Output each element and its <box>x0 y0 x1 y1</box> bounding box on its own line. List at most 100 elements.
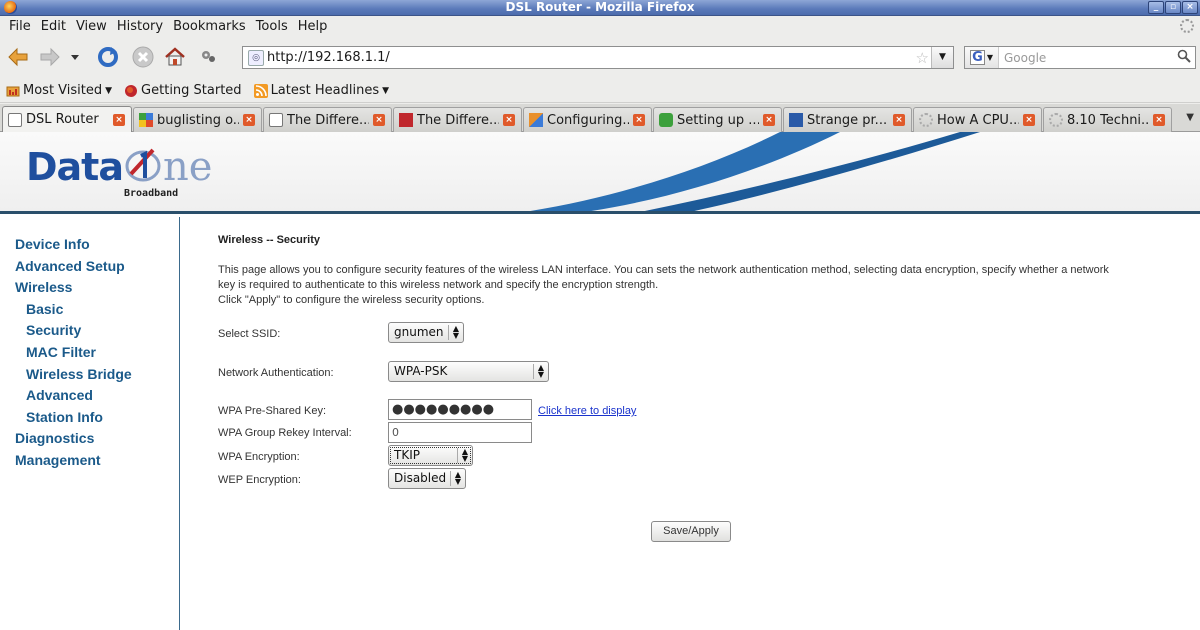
description-line: Click "Apply" to configure the wireless … <box>218 294 485 306</box>
close-button[interactable]: × <box>1182 1 1198 14</box>
tab-the-difference-1[interactable]: The Differe... × <box>263 107 392 132</box>
sidebar-item-management[interactable]: Management <box>0 450 179 472</box>
tab-title: How A CPU... <box>937 112 1019 128</box>
tab-close-icon[interactable]: × <box>1153 114 1165 126</box>
minimize-button[interactable]: _ <box>1148 1 1164 14</box>
sidebar-item-advanced-setup[interactable]: Advanced Setup <box>0 256 179 278</box>
psk-field[interactable]: ●●●●●●●●● <box>388 399 532 420</box>
wep-encryption-value: Disabled <box>394 471 447 485</box>
tab-close-icon[interactable]: × <box>763 114 775 126</box>
tab-setting-up[interactable]: Setting up ... × <box>653 107 782 132</box>
sidebar-item-security[interactable]: Security <box>0 320 179 342</box>
tab-close-icon[interactable]: × <box>633 114 645 126</box>
tab-strange-problem[interactable]: Strange pr... × <box>783 107 912 132</box>
wpa-encryption-label: WPA Encryption: <box>218 451 300 463</box>
tab-close-icon[interactable]: × <box>243 114 255 126</box>
url-dropdown-icon[interactable]: ▼ <box>931 47 953 68</box>
page-title: Wireless -- Security <box>218 234 320 246</box>
dataone-logo: Data ne Broadband <box>26 144 213 199</box>
tab-close-icon[interactable]: × <box>503 114 515 126</box>
stop-icon[interactable] <box>131 45 155 69</box>
url-input[interactable] <box>267 50 907 65</box>
tab-the-difference-2[interactable]: The Differe... × <box>393 107 522 132</box>
address-bar[interactable]: ◎ ☆ ▼ <box>242 46 954 69</box>
sidebar-item-advanced[interactable]: Advanced <box>0 385 179 407</box>
search-engine-selector[interactable]: G ▼ <box>965 47 999 68</box>
ssid-value: gnumen <box>394 325 444 339</box>
logo-broadband-text: Broadband <box>124 188 179 199</box>
wep-encryption-select[interactable]: Disabled ▲ ▼ <box>388 468 466 489</box>
page-content: Data ne Broadband Device Info Advanced Se… <box>0 132 1200 630</box>
bookmark-label: Latest Headlines <box>270 83 380 98</box>
rekey-value: 0 <box>392 426 399 439</box>
engine-dropdown-icon: ▼ <box>986 53 994 62</box>
ssid-select[interactable]: gnumen ▲ ▼ <box>388 322 464 343</box>
site-identity-icon[interactable]: ◎ <box>248 49 264 66</box>
sidebar-item-basic[interactable]: Basic <box>0 299 179 321</box>
forward-arrow-icon[interactable] <box>38 45 62 69</box>
bookmark-latest-headlines[interactable]: Latest Headlines ▼ <box>253 83 389 98</box>
bookmark-most-visited[interactable]: Most Visited ▼ <box>6 83 112 98</box>
wep-encryption-label: WEP Encryption: <box>218 474 301 486</box>
ssid-label: Select SSID: <box>218 328 281 340</box>
search-bar[interactable]: G ▼ <box>964 46 1196 69</box>
tab-8-10-technical[interactable]: 8.10 Techni... × <box>1043 107 1172 132</box>
tab-close-icon[interactable]: × <box>373 114 385 126</box>
page-icon <box>8 112 22 127</box>
sidebar-item-diagnostics[interactable]: Diagnostics <box>0 428 179 450</box>
select-arrows-icon: ▲ ▼ <box>537 363 545 379</box>
select-separator <box>457 448 458 463</box>
bookmark-star-icon[interactable]: ☆ <box>916 49 929 67</box>
search-icon[interactable] <box>1177 49 1191 67</box>
reload-icon[interactable] <box>96 45 120 69</box>
menu-edit[interactable]: Edit <box>36 19 71 34</box>
select-separator <box>448 325 449 340</box>
menu-view[interactable]: View <box>71 19 112 34</box>
tab-title: buglisting o... <box>157 112 239 128</box>
tab-configuring[interactable]: Configuring... × <box>523 107 652 132</box>
settings-icon[interactable] <box>196 45 220 69</box>
tab-close-icon[interactable]: × <box>1023 114 1035 126</box>
select-arrows-icon: ▲ ▼ <box>452 324 460 340</box>
folder-icon <box>6 86 20 96</box>
logo-one-emblem <box>125 148 161 182</box>
banner-swoosh-graphic <box>530 132 980 211</box>
tab-how-a-cpu[interactable]: How A CPU... × <box>913 107 1042 132</box>
tab-close-icon[interactable]: × <box>893 114 905 126</box>
bookmark-getting-started[interactable]: Getting Started <box>124 83 242 98</box>
menu-tools[interactable]: Tools <box>251 19 293 34</box>
tab-strip: DSL Router × buglisting o... × The Diffe… <box>0 104 1200 132</box>
network-auth-select[interactable]: WPA-PSK ▲ ▼ <box>388 361 549 382</box>
bookmark-label: Getting Started <box>141 83 242 98</box>
menu-help[interactable]: Help <box>293 19 333 34</box>
firefox-icon <box>4 1 17 14</box>
tab-title: The Differe... <box>287 112 369 128</box>
wpa-encryption-select[interactable]: TKIP ▲ ▼ <box>388 445 473 466</box>
search-input[interactable] <box>999 50 1169 65</box>
description-line: key is required to authenticate to this … <box>218 279 659 291</box>
sidebar-item-wireless-bridge[interactable]: Wireless Bridge <box>0 364 179 386</box>
tab-close-icon[interactable]: × <box>113 113 125 126</box>
tab-list-dropdown-icon[interactable]: ▼ <box>1186 112 1194 123</box>
maximize-button[interactable]: ▫ <box>1165 1 1181 14</box>
display-key-link[interactable]: Click here to display <box>538 405 636 417</box>
bookmarks-toolbar: Most Visited ▼ Getting Started Latest He… <box>0 79 1200 103</box>
tab-title: Setting up ... <box>677 112 759 128</box>
back-arrow-icon[interactable] <box>6 45 30 69</box>
logo-ne-text: ne <box>163 144 213 190</box>
menu-file[interactable]: File <box>4 19 36 34</box>
page-icon <box>789 113 803 127</box>
sidebar-item-device-info[interactable]: Device Info <box>0 234 179 256</box>
history-dropdown-icon[interactable] <box>68 45 82 69</box>
sidebar-item-wireless[interactable]: Wireless <box>0 277 179 299</box>
menu-history[interactable]: History <box>112 19 168 34</box>
sidebar-item-station-info[interactable]: Station Info <box>0 407 179 429</box>
save-apply-button[interactable]: Save/Apply <box>651 521 731 542</box>
sidebar-item-mac-filter[interactable]: MAC Filter <box>0 342 179 364</box>
home-icon[interactable] <box>163 45 187 69</box>
tab-dsl-router[interactable]: DSL Router × <box>2 106 132 132</box>
tab-title: 8.10 Techni... <box>1067 112 1149 128</box>
menu-bookmarks[interactable]: Bookmarks <box>168 19 251 34</box>
rekey-interval-field[interactable]: 0 <box>388 422 532 443</box>
tab-buglisting[interactable]: buglisting o... × <box>133 107 262 132</box>
